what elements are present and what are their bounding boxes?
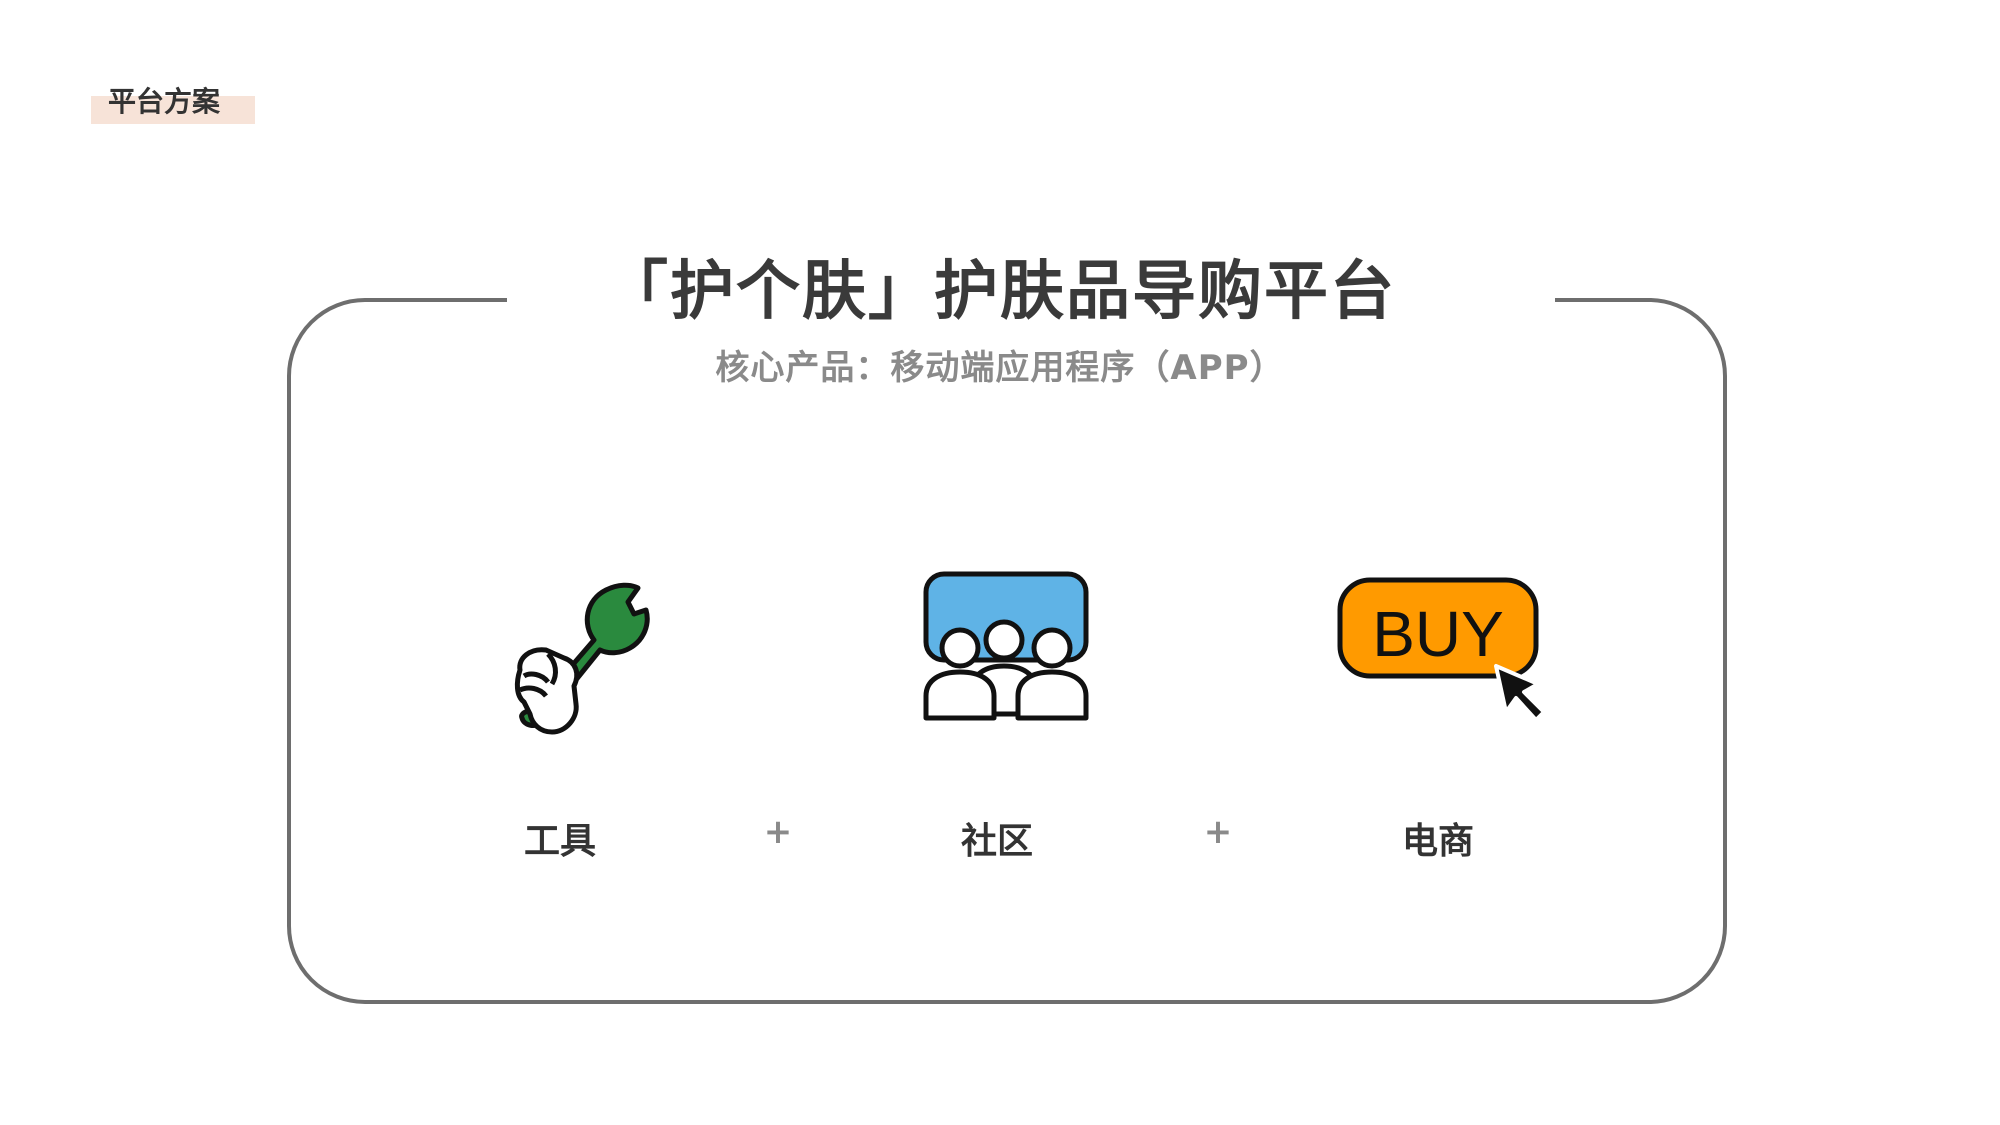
section-tag: 平台方案: [90, 80, 220, 124]
community-people-icon: [923, 571, 1089, 721]
feature-label-ecommerce: 电商: [1401, 821, 1474, 862]
feature-label-community: 社区: [960, 821, 1033, 862]
page-subtitle: 核心产品：移动端应用程序（APP）: [715, 348, 1285, 388]
buy-button-icon: BUY: [1337, 577, 1546, 720]
feature-label-tool: 工具: [523, 821, 596, 862]
buy-badge-text: BUY: [1372, 598, 1504, 670]
plus-connector: +: [763, 812, 793, 852]
page-title: 「护个肤」护肤品导购平台: [604, 255, 1396, 329]
wrench-hand-icon: [514, 582, 650, 735]
plus-connector: +: [1203, 812, 1233, 852]
section-tag-label: 平台方案: [108, 85, 221, 118]
